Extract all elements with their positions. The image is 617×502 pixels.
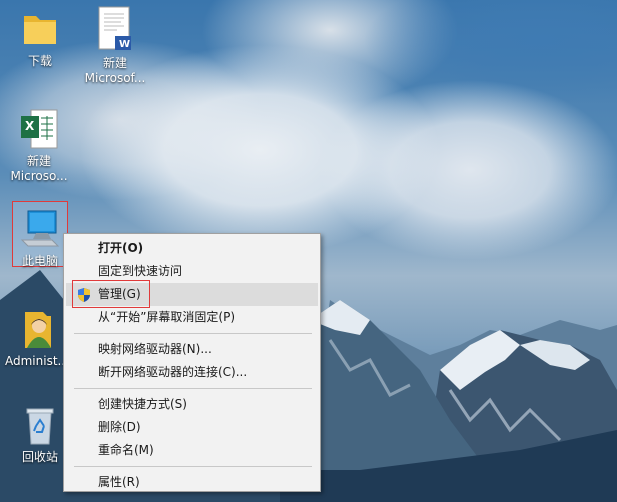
word-document-icon: W: [95, 6, 135, 54]
desktop-icon-downloads[interactable]: 下载: [5, 8, 75, 69]
desktop-icon-word-document[interactable]: W 新建 Microsof...: [80, 6, 150, 86]
excel-document-icon: X: [17, 108, 61, 152]
excel-badge-letter: X: [25, 119, 35, 133]
desktop-icon-label: 下载: [27, 54, 52, 68]
computer-icon: [18, 208, 62, 252]
menu-item-properties[interactable]: 属性(R): [64, 471, 320, 494]
menu-separator: [74, 333, 312, 334]
menu-item-label: 固定到快速访问: [98, 264, 183, 278]
menu-item-disconnect-network-drive[interactable]: 断开网络驱动器的连接(C)...: [64, 361, 320, 384]
menu-item-label: 重命名(M): [98, 443, 154, 457]
menu-item-label: 删除(D): [98, 420, 141, 434]
desktop-icon-administrator[interactable]: Administ...: [2, 308, 72, 369]
menu-item-delete[interactable]: 删除(D): [64, 416, 320, 439]
recycle-bin-icon: [18, 404, 62, 448]
desktop-icon-label: Administ...: [5, 354, 69, 368]
menu-item-create-shortcut[interactable]: 创建快捷方式(S): [64, 393, 320, 416]
menu-item-label: 创建快捷方式(S): [98, 397, 187, 411]
word-badge-letter: W: [119, 39, 131, 50]
menu-item-label: 从“开始”屏幕取消固定(P): [98, 310, 236, 324]
context-menu: 打开(O) 固定到快速访问 管理(G) 从“开始”屏幕取消固定(P) 映射网络驱…: [63, 233, 321, 492]
manage-highlight-box: [72, 280, 150, 308]
user-folder-icon: [15, 308, 59, 352]
menu-item-label: 打开(O): [98, 241, 144, 255]
menu-item-unpin-start[interactable]: 从“开始”屏幕取消固定(P): [64, 306, 320, 329]
menu-separator: [74, 466, 312, 467]
menu-item-map-network-drive[interactable]: 映射网络驱动器(N)...: [64, 338, 320, 361]
desktop-icon-excel-document[interactable]: X 新建 Microso...: [4, 108, 74, 184]
folder-icon: [18, 8, 62, 52]
desktop-icon-label: 新建 Microso...: [10, 154, 68, 183]
menu-item-label: 属性(R): [98, 475, 140, 489]
menu-item-label: 断开网络驱动器的连接(C)...: [98, 365, 248, 379]
menu-item-rename[interactable]: 重命名(M): [64, 439, 320, 462]
menu-item-label: 映射网络驱动器(N)...: [98, 342, 212, 356]
menu-separator: [74, 388, 312, 389]
desktop-icon-label: 新建 Microsof...: [84, 56, 146, 85]
menu-item-open[interactable]: 打开(O): [64, 237, 320, 260]
